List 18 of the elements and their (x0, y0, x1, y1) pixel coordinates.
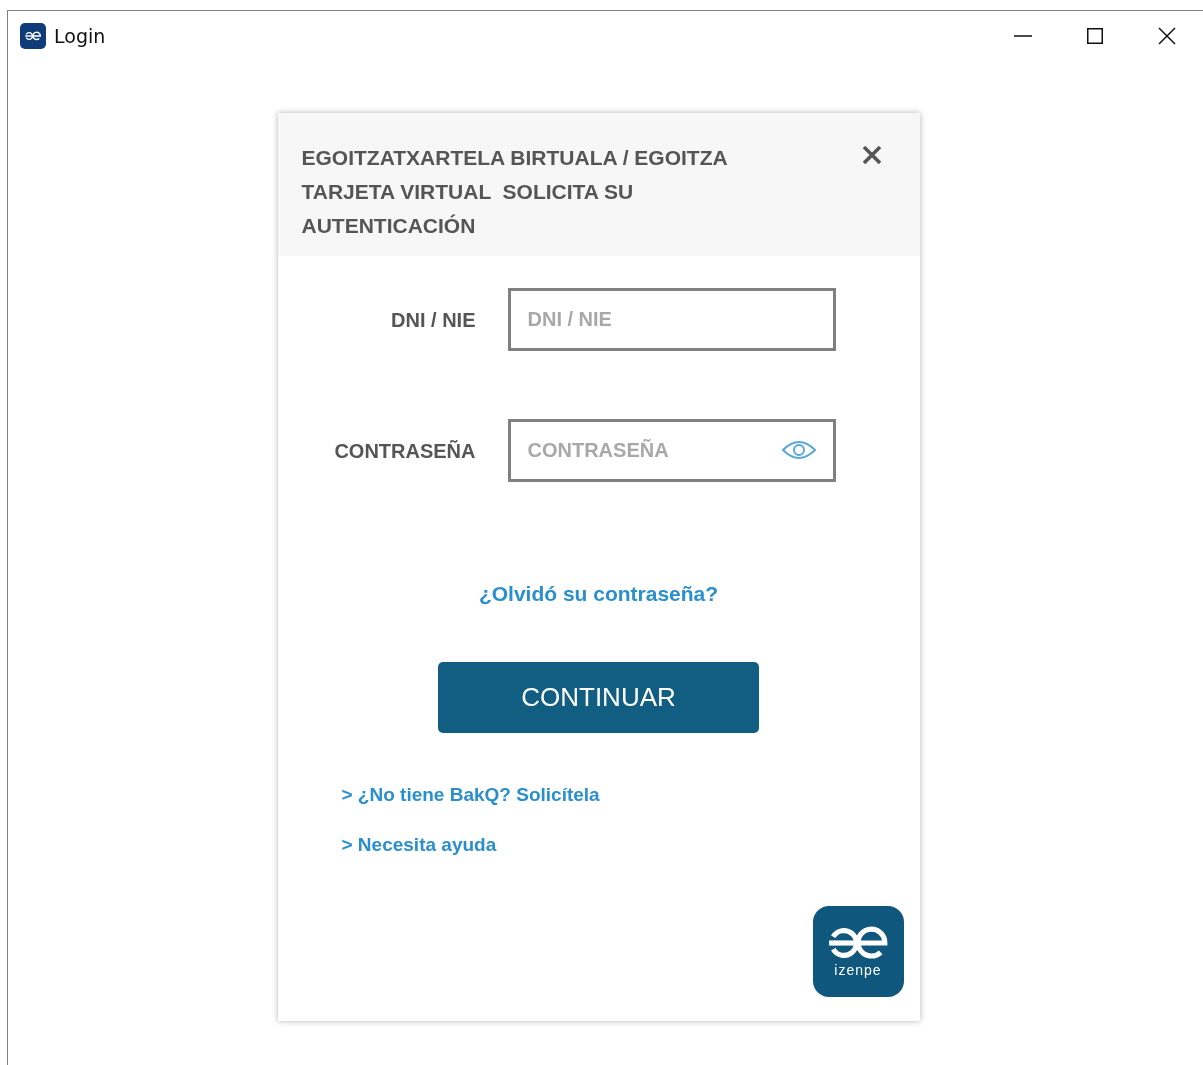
close-icon (861, 145, 882, 165)
close-icon (1158, 27, 1176, 45)
password-field[interactable]: CONTRASEÑA (507, 419, 836, 482)
field-label: DNI / NIE (390, 307, 476, 333)
close-button[interactable] (861, 145, 882, 165)
continue-button[interactable]: CONTINUAR (438, 661, 759, 733)
logo-mark-icon (24, 31, 42, 41)
eye-icon[interactable] (781, 439, 816, 461)
logo-text: izenpe (834, 961, 882, 978)
help-link[interactable]: > Necesita ayuda (341, 831, 497, 860)
window-title: Login (54, 23, 106, 49)
forgot-password-link[interactable]: ¿Olvidó su contraseña? (478, 578, 719, 610)
minimize-icon (1014, 35, 1032, 37)
maximize-icon (1087, 28, 1103, 44)
dialog-title: EGOITZATXARTELA BIRTUALA / EGOITZA TARJETA VIRTUAL SOLICITA SU AUTENTICACIÓN (301, 145, 728, 239)
field-label: CONTRASEÑA (333, 438, 476, 464)
input-field[interactable]: DNI / NIE (507, 288, 836, 351)
help-link[interactable]: > ¿No tiene BakQ? Solicítela (341, 780, 600, 809)
